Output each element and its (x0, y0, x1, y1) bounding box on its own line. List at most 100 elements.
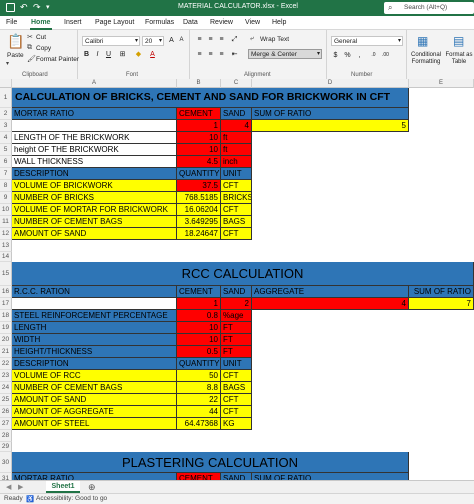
cell[interactable] (12, 120, 177, 132)
cell[interactable]: QUANTITY (177, 358, 221, 370)
italic-button[interactable]: I (93, 50, 102, 59)
row-header[interactable]: 23 (0, 370, 12, 382)
cell[interactable]: QUANTITY (177, 168, 221, 180)
row-header[interactable]: 16 (0, 286, 12, 298)
cell[interactable]: STEEL REINFORCEMENT PERCENTAGE (12, 310, 177, 322)
rcc-title[interactable]: RCC CALCULATION (12, 262, 474, 286)
tab-file[interactable]: File (6, 19, 17, 26)
row-header[interactable]: 19 (0, 322, 12, 334)
tab-formulas[interactable]: Formulas (145, 19, 174, 26)
wrap-text-icon[interactable]: ⤶ (250, 35, 254, 43)
row-header[interactable]: 24 (0, 382, 12, 394)
paste-icon[interactable]: 📋 (7, 33, 24, 50)
cell[interactable]: 37.5 (177, 180, 221, 192)
add-sheet-icon[interactable]: ⊕ (88, 482, 96, 493)
font-color-icon[interactable]: A (148, 50, 157, 59)
cell[interactable]: height OF THE BRICKWORK (12, 144, 177, 156)
merge-center-button[interactable]: Merge & Center ▾ (248, 49, 322, 59)
cell[interactable]: 10 (177, 144, 221, 156)
cell[interactable]: 64.47368 (177, 418, 221, 430)
align-top-icon[interactable]: ≡ (195, 35, 204, 44)
cell[interactable]: NUMBER OF CEMENT BAGS (12, 382, 177, 394)
row-header[interactable]: 28 (0, 430, 12, 442)
row-header[interactable]: 6 (0, 156, 12, 168)
plastering-title[interactable]: PLASTERING CALCULATION (12, 452, 409, 473)
row-header[interactable]: 8 (0, 180, 12, 192)
column-header-e[interactable]: E (409, 79, 474, 88)
cell[interactable]: VOLUME OF MORTAR FOR BRICKWORK (12, 204, 177, 216)
cell[interactable]: 4 (221, 120, 252, 132)
format-painter-label[interactable]: Format Painter (36, 56, 79, 63)
paste-dropdown-icon[interactable]: ▾ (6, 60, 9, 67)
cell[interactable]: 18.24647 (177, 228, 221, 240)
cell[interactable]: 10 (177, 334, 221, 346)
cell[interactable]: 16.06204 (177, 204, 221, 216)
cell[interactable]: DESCRIPTION (12, 358, 177, 370)
cell[interactable]: 1 (177, 120, 221, 132)
row-header[interactable]: 10 (0, 204, 12, 216)
cell[interactable]: LENGTH (12, 322, 177, 334)
cell[interactable]: AMOUNT OF SAND (12, 394, 177, 406)
column-header-c[interactable]: C (221, 79, 252, 88)
cell[interactable]: UNIT (221, 168, 252, 180)
cell[interactable]: VOLUME OF BRICKWORK (12, 180, 177, 192)
row-header[interactable]: 18 (0, 310, 12, 322)
accessibility-status[interactable]: Accessibility: Good to go (36, 495, 107, 502)
fill-color-icon[interactable]: ◆ (134, 50, 143, 59)
cell[interactable]: 768.5185 (177, 192, 221, 204)
currency-icon[interactable]: $ (331, 51, 340, 60)
decrease-font-icon[interactable]: A (177, 36, 186, 45)
undo-icon[interactable]: ↶ (20, 2, 28, 13)
cell[interactable]: 7 (409, 298, 474, 310)
cell[interactable]: BAGS (221, 382, 252, 394)
cell[interactable]: DESCRIPTION (12, 168, 177, 180)
tab-data[interactable]: Data (183, 19, 198, 26)
row-header[interactable]: 14 (0, 252, 12, 262)
cell[interactable]: 22 (177, 394, 221, 406)
row-header[interactable]: 7 (0, 168, 12, 180)
cell[interactable]: CEMENT (177, 108, 221, 120)
cell[interactable]: 10 (177, 132, 221, 144)
tab-home[interactable]: Home (31, 19, 50, 26)
cell[interactable]: AMOUNT OF AGGREGATE (12, 406, 177, 418)
cell[interactable]: CFT (221, 204, 252, 216)
orientation-icon[interactable]: ⤢ (230, 35, 239, 44)
row-header[interactable]: 15 (0, 262, 12, 286)
row-header[interactable]: 4 (0, 132, 12, 144)
cell[interactable]: inch (221, 156, 252, 168)
format-as-table-icon[interactable]: ▤ (453, 34, 464, 48)
conditional-formatting-button[interactable]: Conditional Formatting (409, 52, 443, 66)
cell[interactable]: UNIT (221, 358, 252, 370)
cell[interactable]: ft (221, 144, 252, 156)
cell[interactable]: CFT (221, 370, 252, 382)
cut-label[interactable]: Cut (36, 34, 46, 41)
row-header[interactable]: 12 (0, 228, 12, 240)
cell[interactable]: KG (221, 418, 252, 430)
cell[interactable]: SUM OF RATIO (252, 108, 409, 120)
percent-icon[interactable]: % (343, 51, 352, 60)
row-header[interactable]: 9 (0, 192, 12, 204)
row-header[interactable]: 11 (0, 216, 12, 228)
cell[interactable]: BAGS (221, 216, 252, 228)
cell[interactable]: FT (221, 322, 252, 334)
row-header[interactable]: 25 (0, 394, 12, 406)
row-header[interactable]: 3 (0, 120, 12, 132)
cut-icon[interactable]: ✂ (27, 33, 33, 41)
font-size-select[interactable]: 20 ▾ (142, 36, 164, 46)
row-header[interactable]: 1 (0, 88, 12, 108)
align-right-icon[interactable]: ≡ (217, 50, 226, 59)
cell[interactable]: AMOUNT OF STEEL (12, 418, 177, 430)
save-icon[interactable] (6, 3, 15, 12)
cell[interactable]: 10 (177, 322, 221, 334)
row-header[interactable]: 27 (0, 418, 12, 430)
tab-insert[interactable]: Insert (64, 19, 82, 26)
column-header-b[interactable]: B (177, 79, 221, 88)
cell[interactable]: MORTAR RATIO (12, 108, 177, 120)
select-all-corner[interactable] (0, 79, 12, 88)
copy-label[interactable]: Copy (36, 45, 51, 52)
brickwork-title[interactable]: CALCULATION OF BRICKS, CEMENT AND SAND F… (12, 88, 409, 108)
cell[interactable]: 5 (252, 120, 409, 132)
row-header[interactable]: 30 (0, 452, 12, 473)
column-header-d[interactable]: D (252, 79, 409, 88)
cell[interactable]: 4.5 (177, 156, 221, 168)
